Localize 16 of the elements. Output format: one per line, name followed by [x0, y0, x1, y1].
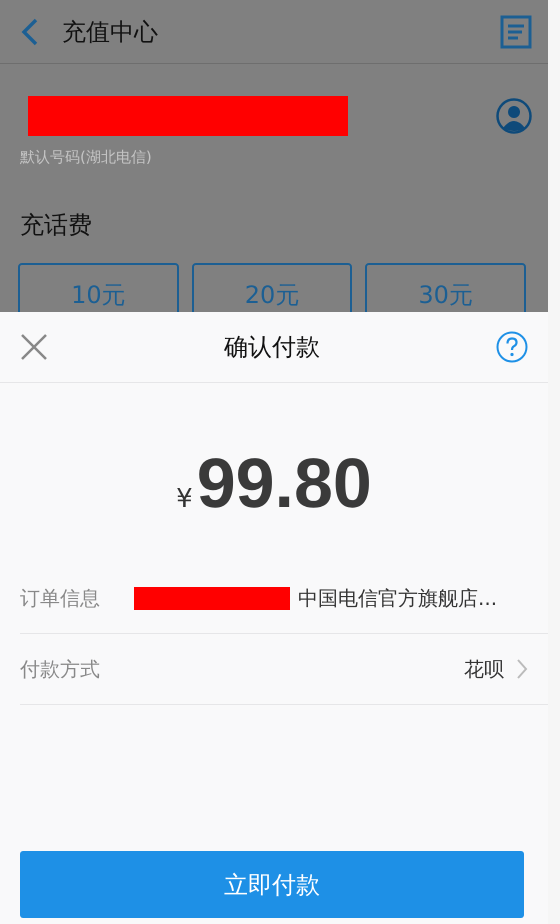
row-value: 中国电信官方旗舰店...	[298, 584, 498, 612]
pay-button[interactable]: 立即付款	[20, 851, 524, 918]
document-icon[interactable]	[500, 14, 532, 48]
help-icon[interactable]	[496, 331, 528, 363]
section-title: 充话费	[19, 210, 93, 241]
payment-method[interactable]: 花呗	[464, 656, 504, 682]
sheet-title: 确认付款	[223, 332, 321, 363]
account-hint: 默认号码(湖北电信)	[19, 147, 153, 167]
avatar-icon[interactable]	[496, 98, 532, 134]
page-title: 充值中心	[62, 16, 159, 48]
close-icon[interactable]	[20, 333, 48, 361]
row-label: 付款方式	[20, 656, 101, 682]
currency-symbol: ¥	[176, 484, 193, 514]
chevron-icon[interactable]	[516, 658, 528, 680]
row-label: 订单信息	[20, 584, 101, 612]
payment-amount: 99.80	[196, 443, 372, 523]
